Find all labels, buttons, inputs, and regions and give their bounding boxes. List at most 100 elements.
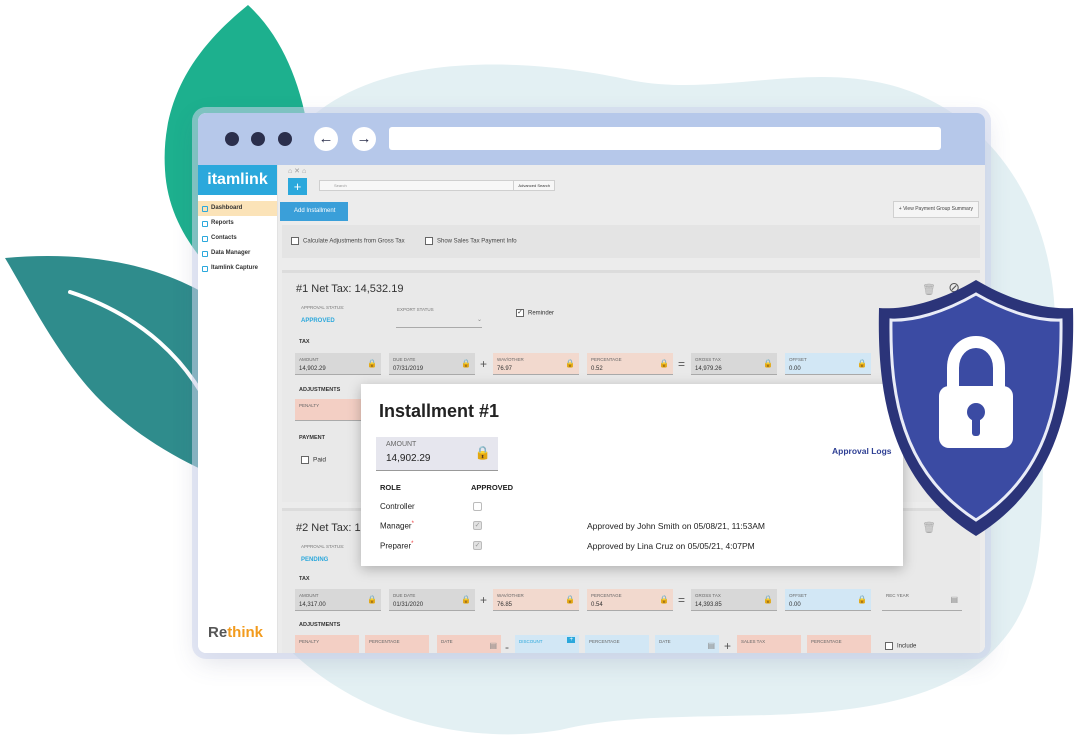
amount-field[interactable]: AMOUNT 14,317.00 🔒	[295, 589, 381, 611]
wav-other-field[interactable]: WAV/OTHER 76.97 🔒	[493, 353, 579, 375]
manager-approved-checkbox[interactable]: ✓	[473, 521, 482, 530]
sidebar-item-contacts[interactable]: Contacts	[198, 231, 277, 246]
lock-icon: 🔒	[565, 359, 575, 368]
gross-tax-field[interactable]: GROSS TAX 14,393.85 🔒	[691, 589, 777, 611]
status-badge: PENDING	[301, 557, 329, 563]
security-shield-lock-icon	[878, 280, 1074, 536]
lock-icon: 🔒	[659, 359, 669, 368]
export-status-select[interactable]: ⌄	[396, 316, 482, 328]
add-button[interactable]: +	[288, 178, 307, 195]
lock-icon: 🔒	[763, 359, 773, 368]
include-checkbox[interactable]: Include	[885, 642, 916, 650]
offset-field[interactable]: OFFSET 0.00 🔒	[785, 353, 871, 375]
lock-icon: 🔒	[367, 359, 377, 368]
browser-window: ← → itamlink Dashboard Reports Contacts …	[198, 113, 985, 653]
rec-year-field[interactable]: REC YEAR ▤	[882, 589, 962, 611]
sidebar-item-data-manager[interactable]: Data Manager	[198, 246, 277, 261]
modal-amount-field[interactable]: AMOUNT 14,902.29 🔒	[376, 437, 498, 471]
card-title: #1 Net Tax: 14,532.19	[296, 283, 404, 295]
equals-operator: =	[678, 357, 686, 371]
due-date-field[interactable]: DUE DATE 01/31/2020 🔒	[389, 589, 475, 611]
date-field[interactable]: DATE ▤	[655, 635, 719, 653]
back-arrow-icon[interactable]: ←	[314, 127, 338, 151]
lock-icon: 🔒	[474, 445, 491, 460]
plus-operator: +	[724, 639, 732, 653]
percentage-field[interactable]: PERCENTAGE 0.54 🔒	[587, 589, 673, 611]
reminder-checkbox[interactable]: ✓ Reminder	[516, 309, 554, 317]
show-sales-tax-checkbox[interactable]: Show Sales Tax Payment Info	[425, 237, 517, 245]
home-icon	[202, 205, 208, 212]
approved-column-header: APPROVED	[471, 483, 514, 492]
capture-icon	[202, 265, 208, 272]
minus-operator: -	[505, 640, 509, 653]
toolbar-icons: ⌂ ✕ ⌂	[288, 168, 307, 175]
lock-icon: 🔒	[367, 595, 377, 604]
date-field[interactable]: DATE ▤	[437, 635, 501, 653]
sidebar: itamlink Dashboard Reports Contacts Data…	[198, 165, 278, 653]
address-bar[interactable]	[389, 127, 941, 150]
role-label: Manager*	[380, 521, 414, 531]
plus-operator: +	[480, 357, 488, 371]
sidebar-item-label: Reports	[211, 220, 234, 226]
forward-arrow-icon[interactable]: →	[352, 127, 376, 151]
illustration: ← → itamlink Dashboard Reports Contacts …	[0, 0, 1080, 754]
add-installment-button[interactable]: Add Installment	[280, 202, 348, 221]
equals-operator: =	[678, 593, 686, 607]
advanced-search-button[interactable]: Advanced Search	[513, 181, 554, 190]
database-icon	[202, 250, 208, 257]
lock-icon: 🔒	[763, 595, 773, 604]
view-payment-group-summary-button[interactable]: + View Payment Group Summary	[892, 201, 979, 218]
sidebar-item-itamlink-capture[interactable]: Itamlink Capture	[198, 261, 277, 276]
modal-title: Installment #1	[379, 401, 500, 421]
discount-field[interactable]: DISCOUNT +	[515, 635, 579, 653]
sales-tax-field[interactable]: SALES TAX	[737, 635, 801, 653]
rethink-logo: Rethink	[208, 624, 264, 641]
controller-approved-checkbox[interactable]	[473, 502, 482, 511]
lock-icon: 🔒	[857, 359, 867, 368]
preparer-approved-checkbox[interactable]: ✓	[473, 541, 482, 550]
amount-field[interactable]: AMOUNT 14,902.29 🔒	[295, 353, 381, 375]
offset-field[interactable]: OFFSET 0.00 🔒	[785, 589, 871, 611]
card-title: #2 Net Tax: 1	[296, 522, 361, 534]
toolbar: ⌂ ✕ ⌂ + Search Advanced Search	[278, 165, 985, 195]
approval-log-text: Approved by Lina Cruz on 05/05/21, 4:07P…	[587, 541, 755, 551]
penalty-field[interactable]: PENALTY	[295, 635, 359, 653]
sidebar-item-label: Dashboard	[211, 205, 243, 211]
window-dot-icon	[278, 132, 292, 146]
calendar-icon: ▤	[950, 595, 958, 604]
paid-checkbox[interactable]: Paid	[301, 456, 326, 464]
plus-icon: +	[567, 637, 575, 643]
plus-operator: +	[480, 593, 488, 607]
search-input[interactable]: Search Advanced Search	[319, 180, 555, 191]
status-badge: APPROVED	[301, 318, 335, 324]
calc-adjustments-checkbox[interactable]: Calculate Adjustments from Gross Tax	[291, 237, 405, 245]
lock-icon: 🔒	[565, 595, 575, 604]
browser-chrome: ← →	[198, 113, 985, 165]
contacts-icon	[202, 235, 208, 242]
lock-icon: 🔒	[659, 595, 669, 604]
role-label: Controller	[380, 502, 415, 511]
window-dot-icon	[251, 132, 265, 146]
installment-modal: Installment #1 AMOUNT 14,902.29 🔒 Approv…	[361, 384, 903, 566]
lock-icon: 🔒	[461, 359, 471, 368]
percentage-field[interactable]: PERCENTAGE 0.52 🔒	[587, 353, 673, 375]
gross-tax-field[interactable]: GROSS TAX 14,979.26 🔒	[691, 353, 777, 375]
wav-other-field[interactable]: WAV/OTHER 76.85 🔒	[493, 589, 579, 611]
penalty-field[interactable]: PENALTY	[295, 399, 361, 421]
sidebar-item-label: Data Manager	[211, 250, 251, 256]
sidebar-item-dashboard[interactable]: Dashboard	[198, 201, 277, 216]
lock-icon: 🔒	[857, 595, 867, 604]
due-date-field[interactable]: DUE DATE 07/31/2019 🔒	[389, 353, 475, 375]
role-column-header: ROLE	[380, 483, 401, 492]
sidebar-item-reports[interactable]: Reports	[198, 216, 277, 231]
sidebar-item-label: Contacts	[211, 235, 237, 241]
percentage-field[interactable]: PERCENTAGE	[585, 635, 649, 653]
percentage-field[interactable]: PERCENTAGE	[365, 635, 429, 653]
filter-bar: Calculate Adjustments from Gross Tax Sho…	[282, 225, 980, 258]
lock-icon: 🔒	[461, 595, 471, 604]
calendar-icon: ▤	[489, 641, 497, 650]
sidebar-item-label: Itamlink Capture	[211, 265, 259, 271]
percentage-field[interactable]: PERCENTAGE	[807, 635, 871, 653]
report-icon	[202, 220, 208, 227]
approval-log-text: Approved by John Smith on 05/08/21, 11:5…	[587, 521, 765, 531]
